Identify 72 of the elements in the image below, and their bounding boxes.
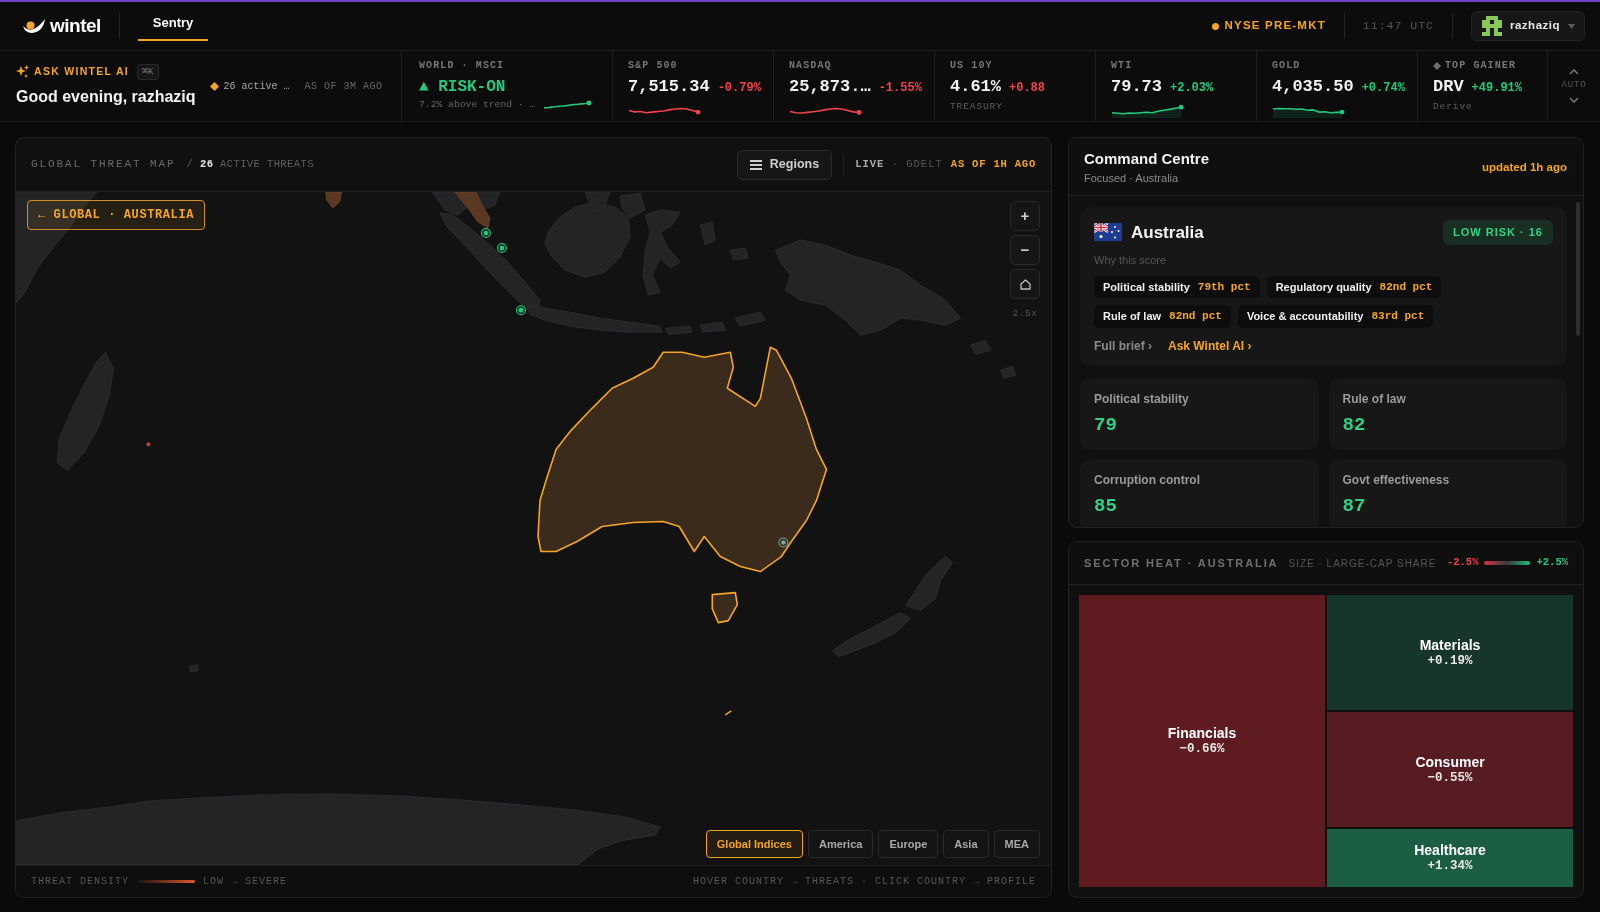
section-label: Why this score xyxy=(1094,253,1168,268)
ticker-change: -0.79% xyxy=(717,80,761,97)
panel-subtitle: Focused · Australia xyxy=(1084,171,1180,186)
ticker-value: 79.73 xyxy=(1111,76,1162,98)
ticker-note: Derive xyxy=(1433,100,1474,114)
feed-status: LIVE · GDELT xyxy=(855,156,943,172)
ticker-label: GOLD xyxy=(1272,60,1302,72)
sector-name: Consumer xyxy=(1415,753,1485,771)
ticker-note: TREASURY xyxy=(950,100,1004,114)
country-name: Australia xyxy=(1131,221,1204,244)
ticker-label: NASDAQ xyxy=(789,60,833,72)
scale-max: +2.5% xyxy=(1536,555,1568,571)
chip-value: 79th pct xyxy=(1197,279,1251,295)
ticker-value: 7,515.34 xyxy=(628,76,710,98)
ticker-value: 4,035.50 xyxy=(1272,76,1354,98)
chip-label: Voice & accountability xyxy=(1246,309,1364,324)
chip-label: Regulatory quality xyxy=(1275,279,1372,295)
ticker-label: US 10Y xyxy=(950,60,994,72)
metric-label: Govt effectiveness xyxy=(1342,471,1451,489)
legend-range: LOW → SEVERE xyxy=(203,875,288,889)
sector-name: Materials xyxy=(1419,636,1481,654)
sector-change: +0.19% xyxy=(1427,653,1473,669)
panel-title: GLOBAL THREAT MAP xyxy=(31,157,176,173)
metric-value: 85 xyxy=(1094,493,1118,519)
sector-name: Healthcare xyxy=(1414,842,1486,860)
timestamp: AS OF 1H AGO xyxy=(950,156,1036,172)
risk-badge: LOW RISK · 16 xyxy=(1443,220,1553,245)
ticker-value: DRV xyxy=(1433,76,1464,98)
metric-label: Political stability xyxy=(1094,390,1190,408)
market-status: NYSE PRE-MKT xyxy=(1224,18,1326,34)
panel-title: Command Centre xyxy=(1084,149,1210,169)
clock: 11:47 UTC xyxy=(1362,18,1434,35)
metric-label: Rule of law xyxy=(1342,390,1407,408)
map-hint: HOVER COUNTRY → THREATS · CLICK COUNTRY → PROFILE xyxy=(692,875,1036,889)
updated-time: updated 1h ago xyxy=(1482,160,1567,176)
ticker-label: WORLD · MSCI xyxy=(419,60,506,72)
ticker-note: 7.2% above trend · … xyxy=(419,98,536,112)
timestamp: AS OF 3M AGO xyxy=(304,79,383,94)
ticker-change: +49.91% xyxy=(1471,80,1523,97)
panel-title: SECTOR HEAT · AUSTRALIA xyxy=(1084,555,1279,571)
threat-count: / 26 ACTIVE THREATS xyxy=(186,156,314,172)
chip-value: 82nd pct xyxy=(1169,309,1222,324)
sector-change: +1.34% xyxy=(1427,859,1473,875)
brand-name: wintel xyxy=(50,13,101,38)
ticker-value: 4.61% xyxy=(950,76,1001,98)
chip-value: 82nd pct xyxy=(1379,279,1433,295)
ticker-label: WTI xyxy=(1111,60,1134,72)
metric-label: Corruption control xyxy=(1094,471,1201,489)
sector-change: −0.66% xyxy=(1179,742,1225,757)
ticker-value: 25,873.… xyxy=(789,76,871,98)
ticker-change: +0.88 xyxy=(1009,80,1046,97)
chip-label: Political stability xyxy=(1103,279,1190,295)
greeting-text: Good evening, razhaziq xyxy=(16,86,196,107)
ticker-label: S&P 500 xyxy=(628,60,679,72)
chip-value: 83rd pct xyxy=(1371,309,1425,324)
ticker-change: +2.03% xyxy=(1170,80,1214,97)
ticker-label: TOP GAINER xyxy=(1445,60,1516,72)
metric-value: 79 xyxy=(1094,412,1118,438)
scale-min: -2.5% xyxy=(1446,555,1479,571)
size-note: SIZE · LARGE-CAP SHARE xyxy=(1288,556,1437,571)
auto-scroll-label: AUTO xyxy=(1561,79,1587,93)
metric-value: 87 xyxy=(1342,493,1367,519)
chip-label: Rule of law xyxy=(1103,309,1162,324)
sector-name: Financials xyxy=(1167,725,1237,742)
zoom-level: 2.5x xyxy=(1012,307,1038,321)
ticker-change: -1.55% xyxy=(878,80,922,97)
metric-value: 82 xyxy=(1342,412,1367,438)
shortcut-key: ⌘K xyxy=(137,63,159,80)
legend-label: THREAT DENSITY xyxy=(31,875,129,889)
ticker-change: +0.74% xyxy=(1361,80,1405,97)
ticker-value: ▲ RISK-ON xyxy=(419,77,507,98)
sector-change: −0.55% xyxy=(1427,770,1473,786)
